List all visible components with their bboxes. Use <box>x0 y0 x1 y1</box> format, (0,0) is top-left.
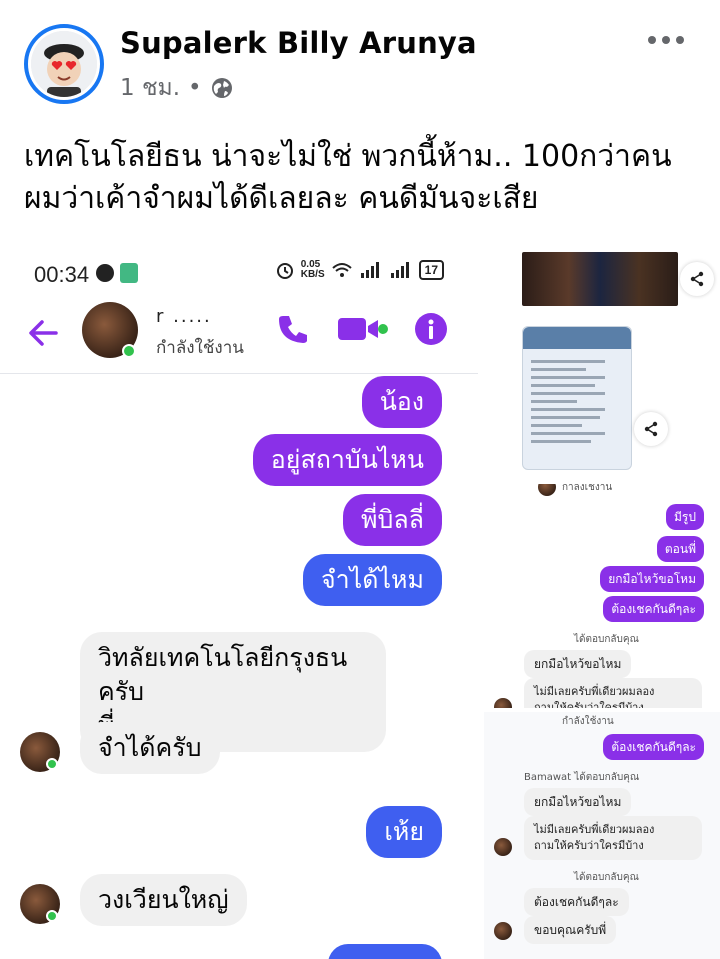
contact-avatar-small <box>494 838 512 856</box>
signal-icon <box>360 262 379 278</box>
sent-message: จำได้ไหม <box>302 554 442 606</box>
chat-status: กำลังใช้งาน <box>562 716 614 727</box>
received-message: ขอบคุณครับพี่ <box>524 916 617 944</box>
contact-status: กำลังใช้งาน <box>156 338 244 358</box>
sent-message: เห้ย <box>366 806 442 858</box>
author-avatar[interactable] <box>24 24 104 104</box>
online-indicator <box>46 758 58 770</box>
contact-avatar-small <box>494 698 512 708</box>
sent-message: อยู่สถาบันไหน <box>252 434 442 486</box>
post-meta: 1 ชม. • <box>120 70 234 106</box>
post-header: Supalerk Billy Arunya 1 ชม. • <box>0 0 720 120</box>
app-notification-icon <box>120 263 138 283</box>
telegram-screenshot[interactable] <box>484 240 720 470</box>
received-message: ยกมือไหว้ขอไหม <box>524 788 632 816</box>
battery-indicator: 17 <box>418 260 444 280</box>
chat-status: กาลงเชงาน <box>562 484 613 493</box>
alarm-icon <box>276 263 293 279</box>
status-time: 00:34 <box>34 262 90 287</box>
sent-message-partial <box>328 944 442 959</box>
sent-message: น้อง <box>361 376 442 428</box>
status-icons: 0.05 KB/S 17 <box>275 260 444 280</box>
received-message: จำได้ครับ <box>80 722 220 774</box>
received-message: วงเวียนใหญ่ <box>80 874 247 926</box>
reply-note: Bamawat ได้ตอบกลับคุณ <box>524 772 640 783</box>
text-lines <box>523 349 631 454</box>
contact-avatar-small <box>494 922 512 940</box>
signal-icon <box>390 262 409 278</box>
reply-note: ได้ตอบกลับคุณ <box>574 634 639 645</box>
photo-thumbnails <box>522 252 678 306</box>
sent-message: ยกมือไหว้ขอโหม <box>600 566 704 592</box>
meta-separator: • <box>188 75 202 101</box>
facebook-notification-icon <box>96 264 114 282</box>
message-list[interactable]: น้อง อยู่สถาบันไหน พี่บิลลี่ จำได้ไหม วิ… <box>0 374 478 959</box>
globe-icon[interactable] <box>210 76 234 100</box>
sent-message: ต้องเชคกันดีๆละ <box>603 596 704 622</box>
messenger-screenshot-main[interactable]: 00:34 0.05 KB/S 17 r ..... กำลังใช้งาน น… <box>0 240 478 959</box>
messenger-screenshot-3[interactable]: กำลังใช้งาน ต้องเชคกันดีๆละ Bamawat ได้ต… <box>484 712 720 959</box>
video-call-icon[interactable] <box>336 314 388 344</box>
received-message: ยกมือไหว้ขอไหม <box>524 650 632 678</box>
online-indicator <box>46 910 58 922</box>
avatar-image <box>31 31 97 97</box>
phone-status-bar: 00:34 0.05 KB/S 17 <box>0 250 478 294</box>
dot-icon <box>676 36 684 44</box>
share-icon[interactable] <box>680 262 714 296</box>
phone-call-icon[interactable] <box>276 312 310 346</box>
wifi-icon <box>331 263 352 277</box>
dot-icon <box>662 36 670 44</box>
phone-title-bar <box>523 327 631 349</box>
dot-icon <box>648 36 656 44</box>
post-time[interactable]: 1 ชม. <box>120 70 180 106</box>
chat-header: r ..... กำลังใช้งาน <box>0 294 478 374</box>
sent-message: ต้องเชคกันดีๆละ <box>603 734 704 760</box>
sent-message: พี่บิลลี่ <box>343 494 442 546</box>
received-message: ต้องเชคกันดีๆละ <box>524 888 629 916</box>
contact-name[interactable]: r ..... <box>156 306 212 327</box>
contact-avatar-small <box>538 484 556 496</box>
info-icon[interactable] <box>414 312 448 346</box>
more-options-button[interactable] <box>648 36 684 44</box>
post-text: เทคโนโลยีธน น่าจะไม่ใช่ พวกนี้ห้าม.. 100… <box>24 139 672 216</box>
chat-header-actions <box>276 312 448 346</box>
author-name[interactable]: Supalerk Billy Arunya <box>120 26 477 60</box>
network-speed: 0.05 KB/S <box>300 259 325 280</box>
reply-note: ได้ตอบกลับคุณ <box>574 872 639 883</box>
share-icon[interactable] <box>634 412 668 446</box>
online-indicator <box>122 344 136 358</box>
sent-message: มีรูป <box>666 504 704 530</box>
sent-message: ตอนพี่ <box>656 536 704 562</box>
received-message: ไม่มีเลยครับพี่เดียวผมลอง ถามให้ครับว่าใ… <box>524 816 702 860</box>
messenger-screenshot-2[interactable]: กาลงเชงาน มีรูป ตอนพี่ ยกมือไหว้ขอโหม ต้… <box>484 484 720 708</box>
back-arrow-icon[interactable] <box>26 316 60 350</box>
embedded-phone-screenshot <box>522 326 632 470</box>
received-message: ไม่มีเลยครับพี่เดียวผมลอง ถามให้ครับว่าใ… <box>524 678 702 708</box>
